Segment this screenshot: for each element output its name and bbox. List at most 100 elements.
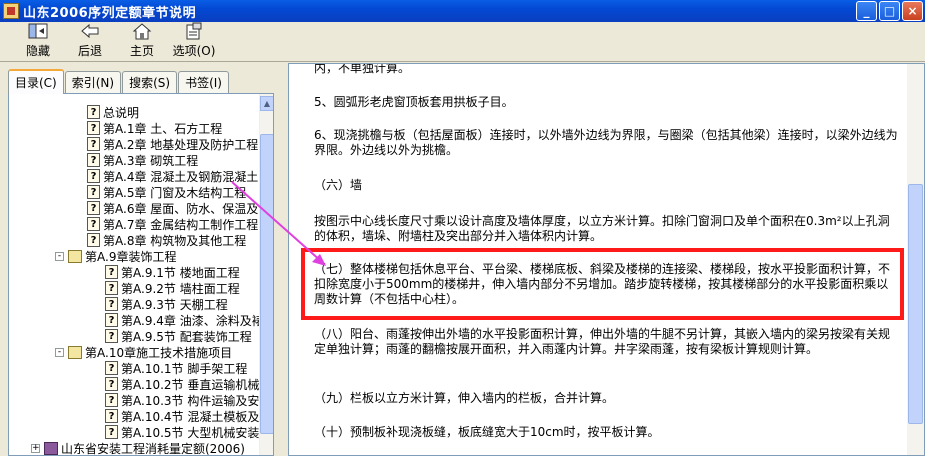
tree-item[interactable]: ? 第A.1章 土、石方工程 [9, 120, 261, 136]
tree-scroll-thumb[interactable] [260, 134, 273, 434]
tree-item[interactable]: ? 总说明 [9, 104, 261, 120]
paragraph-5: 5、圆弧形老虎窗顶板套用拱板子目。 [314, 95, 514, 109]
nav-tabs: 目录(C) 索引(N) 搜索(S) 书签(I) [8, 69, 230, 94]
tree-item-label: 第A.10.5节 大型机械安装 [121, 425, 260, 440]
tree-item-label: 山东省安装工程消耗量定额(2006) [61, 441, 245, 456]
paragraph-slab-joint: （十）预制板补现浇板缝，板底缝宽大于10cm时，按平板计算。 [314, 425, 660, 439]
home-icon [131, 21, 153, 41]
title-bar: 山东2006序列定额章节说明 _ □ × [0, 0, 925, 22]
tree-item-label: 第A.1章 土、石方工程 [103, 121, 223, 136]
help-page-icon: ? [105, 393, 118, 407]
scroll-up-icon[interactable]: ▲ [260, 96, 273, 111]
contents-tree-panel: ? 总说明? 第A.1章 土、石方工程? 第A.2章 地基处理及防护工程? 第A.3章 … [8, 93, 274, 456]
tree-item[interactable]: ? 第A.10.4节 混凝土模板及 [9, 408, 261, 424]
back-button[interactable]: 后退 [66, 21, 114, 61]
hide-icon [27, 21, 49, 41]
help-page-icon: ? [105, 377, 118, 391]
close-button[interactable]: × [902, 1, 923, 21]
paragraph-railing: （九）栏板以立方米计算，伸入墙内的栏板，合并计算。 [314, 391, 615, 405]
help-page-icon: ? [105, 281, 118, 295]
tree-item-label: 第A.9.1节 楼地面工程 [121, 265, 240, 280]
maximize-button[interactable]: □ [879, 1, 900, 21]
tree-item-label: 第A.9.2节 墙柱面工程 [121, 281, 240, 296]
help-page-icon: ? [87, 121, 100, 135]
tree-item[interactable]: ? 第A.6章 屋面、防水、保温及 [9, 200, 261, 216]
help-page-icon: ? [105, 409, 118, 423]
window-controls: _ □ × [856, 1, 923, 21]
tree-item[interactable]: + 山东省安装工程消耗量定额(2006) [9, 440, 261, 456]
tree-item-label: 第A.10.4节 混凝土模板及 [121, 409, 260, 424]
help-page-icon: ? [105, 313, 118, 327]
tree-item[interactable]: ? 第A.9.5节 配套装饰工程 [9, 328, 261, 344]
tree-item[interactable]: ? 第A.9.1节 楼地面工程 [9, 264, 261, 280]
tree-item-label: 第A.9.3节 天棚工程 [121, 297, 228, 312]
tree-item[interactable]: ? 第A.9.2节 墙柱面工程 [9, 280, 261, 296]
help-page-icon: ? [87, 233, 100, 247]
open-book-icon [68, 345, 82, 359]
tree-item[interactable]: ? 第A.2章 地基处理及防护工程 [9, 136, 261, 152]
tree-item-label: 第A.9.5节 配套装饰工程 [121, 329, 252, 344]
tree-item[interactable]: - 第A.10章施工技术措施项目 [9, 344, 261, 360]
hide-button[interactable]: 隐藏 [14, 21, 62, 61]
options-button[interactable]: 选项(O) [170, 21, 218, 61]
content-scrollbar[interactable] [907, 64, 924, 455]
content-scroll-thumb[interactable] [908, 184, 923, 424]
tab-index[interactable]: 索引(N) [64, 71, 122, 93]
tree-item-label: 总说明 [103, 105, 140, 120]
tree-item-label: 第A.10.2节 垂直运输机械 [121, 377, 260, 392]
collapse-icon[interactable]: - [55, 347, 64, 357]
tree-item[interactable]: ? 第A.5章 门窗及木结构工程 [9, 184, 261, 200]
minimize-button[interactable]: _ [856, 1, 877, 21]
collapse-icon[interactable]: - [55, 251, 64, 261]
contents-tree: ? 总说明? 第A.1章 土、石方工程? 第A.2章 地基处理及防护工程? 第A.3章 … [9, 104, 264, 456]
tree-item[interactable]: ? 第A.10.5节 大型机械安装 [9, 424, 261, 440]
tree-scrollbar[interactable]: ▲ [259, 94, 273, 455]
help-page-icon: ? [87, 169, 100, 183]
tree-item-label: 第A.2章 地基处理及防护工程 [103, 137, 259, 152]
tree-item[interactable]: ? 第A.10.3节 构件运输及安 [9, 392, 261, 408]
tree-item-label: 第A.6章 屋面、防水、保温及 [103, 201, 259, 216]
options-label: 选项(O) [172, 44, 216, 58]
tree-item[interactable]: ? 第A.4章 混凝土及钢筋混凝土 [9, 168, 261, 184]
tree-item-label: 第A.10.1节 脚手架工程 [121, 361, 248, 376]
tree-item-label: 第A.4章 混凝土及钢筋混凝土 [103, 169, 259, 184]
tree-item[interactable]: ? 第A.3章 砌筑工程 [9, 152, 261, 168]
expand-icon[interactable]: + [31, 443, 40, 453]
help-page-icon: ? [87, 153, 100, 167]
help-page-icon: ? [105, 361, 118, 375]
help-page-icon: ? [87, 105, 100, 119]
tree-item-label: 第A.9.4章 油漆、涂料及裱 [121, 313, 264, 328]
paragraph-balcony: （八）阳台、雨蓬按伸出外墙的水平投影面积计算，伸出外墙的牛腿不另计算，其嵌入墙内… [314, 327, 891, 356]
tree-item-label: 第A.8章 构筑物及其他工程 [103, 233, 247, 248]
tree-item[interactable]: ? 第A.7章 金属结构工制作工程 [9, 216, 261, 232]
highlight-box [301, 248, 904, 320]
tab-contents[interactable]: 目录(C) [8, 69, 64, 94]
paragraph-intro: 内，不单独计算。 [314, 63, 411, 75]
tree-item[interactable]: ? 第A.10.2节 垂直运输机械 [9, 376, 261, 392]
tree-item[interactable]: ? 第A.10.1节 脚手架工程 [9, 360, 261, 376]
paragraph-6: 6、现浇挑檐与板（包括屋面板）连接时，以外墙外边线为界限，与圈梁（包括其他梁）连… [314, 128, 898, 157]
tree-item[interactable]: ? 第A.9.4章 油漆、涂料及裱 [9, 312, 264, 328]
help-page-icon: ? [105, 297, 118, 311]
hide-label: 隐藏 [25, 44, 50, 58]
tree-item[interactable]: ? 第A.9.3节 天棚工程 [9, 296, 261, 312]
tree-item-label: 第A.10章施工技术措施项目 [85, 345, 233, 360]
closed-book-icon [44, 441, 58, 455]
help-page-icon: ? [105, 265, 118, 279]
tab-search[interactable]: 搜索(S) [122, 71, 178, 93]
tree-item[interactable]: ? 第A.8章 构筑物及其他工程 [9, 232, 261, 248]
help-page-icon: ? [87, 185, 100, 199]
paragraph-wall: 按图示中心线长度尺寸乘以设计高度及墙体厚度，以立方米计算。扣除门窗洞口及单个面积… [314, 214, 890, 243]
help-page-icon: ? [105, 425, 118, 439]
back-label: 后退 [77, 44, 102, 58]
tab-bookmarks[interactable]: 书签(I) [178, 71, 229, 93]
help-page-icon: ? [87, 137, 100, 151]
home-label: 主页 [129, 44, 154, 58]
open-book-icon [68, 249, 82, 263]
options-icon [183, 21, 205, 41]
back-arrow-icon [79, 21, 101, 41]
help-page-icon: ? [87, 201, 100, 215]
tree-item[interactable]: - 第A.9章装饰工程 [9, 248, 261, 264]
home-button[interactable]: 主页 [118, 21, 166, 61]
section-heading-wall: （六）墙 [314, 178, 363, 192]
